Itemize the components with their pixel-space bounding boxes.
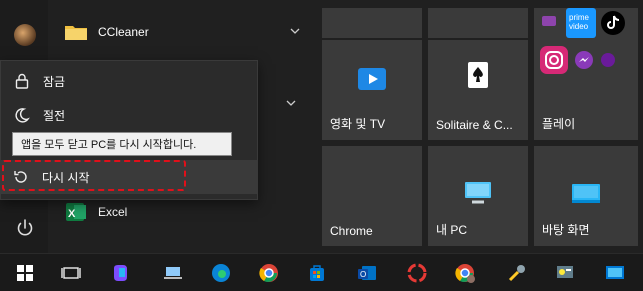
taskbar: O	[0, 253, 643, 291]
tile-movies[interactable]: 영화 및 TV	[322, 40, 422, 140]
prime-video-icon: prime video	[566, 8, 596, 38]
power-icon[interactable]	[14, 217, 36, 239]
tile-label: Solitaire & C...	[436, 118, 513, 132]
tile-label: 내 PC	[436, 223, 468, 237]
copilot-icon[interactable]	[110, 262, 132, 284]
tiktok-icon	[601, 11, 625, 35]
user-avatar[interactable]	[14, 24, 36, 46]
tile-label: 영화 및 TV	[330, 117, 386, 131]
tile-solitaire[interactable]: Solitaire & C...	[428, 40, 528, 140]
svg-text:X: X	[68, 208, 76, 220]
windows-start-icon[interactable]	[14, 262, 36, 284]
movies-tv-icon	[358, 68, 386, 90]
app-item-label: Excel	[98, 205, 128, 219]
svg-text:O: O	[360, 270, 366, 279]
chevron-down-icon[interactable]	[286, 98, 296, 108]
excel-icon: X	[66, 203, 86, 221]
tools-icon[interactable]	[506, 262, 528, 284]
store-icon[interactable]	[306, 262, 328, 284]
app-item-label: CCleaner	[98, 25, 149, 39]
sleep-option[interactable]: 절전	[1, 99, 259, 131]
sleep-label: 절전	[43, 108, 66, 123]
start-tiles: 영화 및 TV Solitaire & C... prime video 플레이…	[322, 0, 643, 253]
restart-tooltip: 앱을 모두 닫고 PC를 다시 시작합니다.	[12, 132, 232, 156]
instagram-icon	[540, 46, 568, 74]
tile-play-folder[interactable]: prime video 플레이	[534, 8, 638, 140]
small-app-icon	[601, 53, 615, 67]
control-panel-icon[interactable]	[554, 262, 576, 284]
laptop-icon[interactable]	[162, 262, 184, 284]
svg-text:video: video	[569, 22, 589, 31]
lock-icon	[15, 73, 29, 89]
chevron-down-icon[interactable]	[290, 26, 300, 36]
moon-icon	[15, 108, 30, 123]
tile-label: Chrome	[330, 224, 373, 238]
small-app-icon	[542, 16, 556, 26]
tile-label: 플레이	[542, 117, 576, 131]
svg-text:prime: prime	[569, 13, 590, 22]
task-view-icon[interactable]	[60, 262, 82, 284]
edge-icon[interactable]	[210, 262, 232, 284]
remote-desktop-icon[interactable]	[604, 262, 626, 284]
tile-chrome[interactable]: Chrome	[322, 146, 422, 246]
lock-option[interactable]: 잠금	[1, 65, 259, 97]
chrome-profile-icon[interactable]	[454, 262, 476, 284]
highlight-outline	[2, 160, 186, 191]
tile-mypc[interactable]: 내 PC	[428, 146, 528, 246]
solitaire-icon	[468, 62, 488, 88]
lock-label: 잠금	[43, 74, 66, 89]
recorder-icon[interactable]	[406, 262, 428, 284]
app-item-ccleaner[interactable]: CCleaner	[48, 14, 310, 50]
tile-top-middle[interactable]	[428, 8, 528, 38]
start-menu-screen: CCleaner X Excel 잠금 절전 앱을 모두 닫고 PC를 다시 시…	[0, 0, 643, 291]
desktop-icon	[572, 184, 600, 203]
messenger-icon	[575, 51, 593, 69]
tiles-top-gap	[322, 0, 643, 2]
tile-label: 바탕 화면	[542, 223, 590, 237]
outlook-icon[interactable]: O	[356, 262, 378, 284]
folder-icon	[65, 26, 87, 40]
tile-top-left[interactable]	[322, 8, 422, 38]
pc-icon	[465, 182, 491, 204]
tile-desktop[interactable]: 바탕 화면	[534, 146, 638, 246]
chrome-icon[interactable]	[258, 262, 280, 284]
